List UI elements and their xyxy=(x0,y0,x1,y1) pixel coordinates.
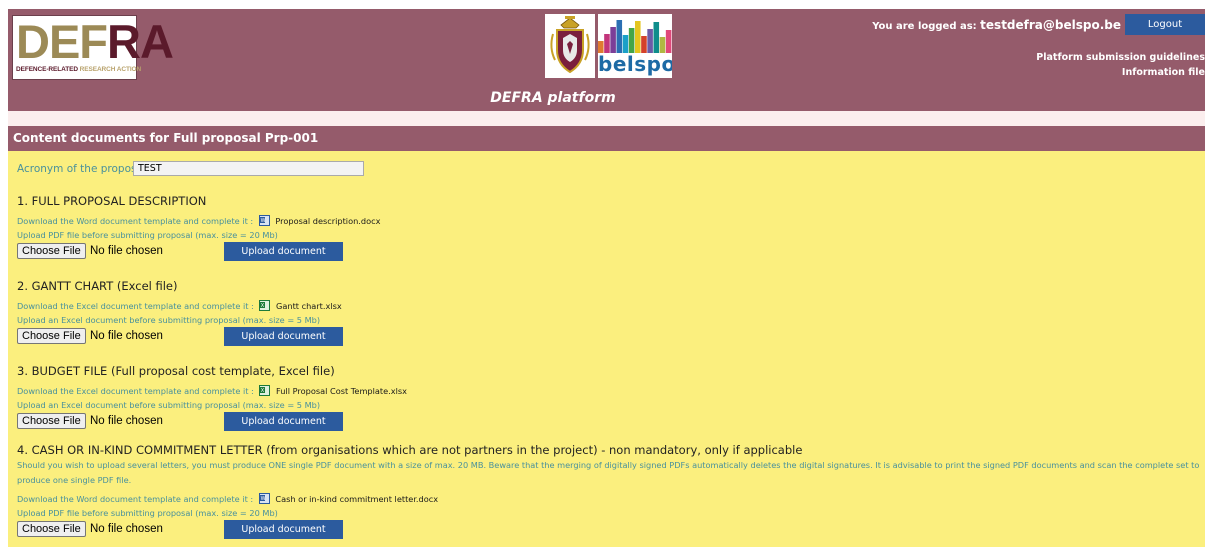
download-template-row: Download the Word document template and … xyxy=(17,493,439,504)
acronym-input[interactable] xyxy=(133,161,364,176)
upload-document-button[interactable]: Upload document xyxy=(224,327,343,346)
template-link-gantt-chart[interactable]: Gantt chart.xlsx xyxy=(276,301,342,311)
platform-title: DEFRA platform xyxy=(490,90,616,106)
no-file-chosen-label: No file chosen xyxy=(90,330,163,342)
belspo-color-bar xyxy=(665,30,672,53)
section-heading-budget-file: 3. BUDGET FILE (Full proposal cost templ… xyxy=(17,364,335,378)
commitment-letter-note: Should you wish to upload several letter… xyxy=(17,460,1200,485)
logged-as-label: You are logged as: xyxy=(872,21,977,32)
belspo-color-bar xyxy=(653,22,660,53)
download-template-row: Download the Word document template and … xyxy=(17,215,381,226)
belspo-color-bar xyxy=(647,29,653,53)
belspo-color-bar xyxy=(628,28,635,53)
belspo-color-bar xyxy=(641,36,647,53)
word-document-icon: W xyxy=(258,215,270,226)
svg-text:W: W xyxy=(260,496,265,502)
download-template-row: Download the Excel document template and… xyxy=(17,300,342,311)
no-file-chosen-label: No file chosen xyxy=(90,245,163,257)
excel-document-icon: X xyxy=(259,385,271,396)
submission-guidelines-link[interactable]: Platform submission guidelines xyxy=(1036,52,1205,63)
belspo-logo: belspo xyxy=(598,14,672,78)
section-heading-gantt-chart: 2. GANTT CHART (Excel file) xyxy=(17,279,178,293)
svg-text:X: X xyxy=(261,388,265,394)
defra-logo-wordmark: DEFRA xyxy=(16,15,174,68)
belspo-color-bar xyxy=(604,34,610,53)
svg-text:W: W xyxy=(260,218,265,224)
choose-file-button[interactable]: Choose File xyxy=(17,328,86,344)
information-file-link[interactable]: Information file xyxy=(1122,67,1205,78)
upload-document-button[interactable]: Upload document xyxy=(224,520,343,539)
belspo-logo-text: belspo xyxy=(598,52,672,76)
belspo-color-bars xyxy=(598,20,672,53)
svg-text:X: X xyxy=(261,303,265,309)
upload-document-button[interactable]: Upload document xyxy=(224,242,343,261)
content-form: Acronym of the proposal : 1. FULL PROPOS… xyxy=(8,151,1205,547)
crest-icon xyxy=(545,14,595,78)
belspo-color-bar xyxy=(659,37,666,53)
section-heading-proposal-description: 1. FULL PROPOSAL DESCRIPTION xyxy=(17,194,207,208)
upload-document-button[interactable]: Upload document xyxy=(224,412,343,431)
logout-button[interactable]: Logout xyxy=(1125,14,1205,35)
upload-instructions: Upload an Excel document before submitti… xyxy=(17,400,321,410)
belspo-color-bar xyxy=(610,27,616,53)
page-header: DEFRA DEFENCE-RELATED RESEARCH ACTION be… xyxy=(8,9,1205,111)
no-file-chosen-label: No file chosen xyxy=(90,523,163,535)
header-divider xyxy=(8,111,1205,126)
login-status: You are logged as: testdefra@belspo.be xyxy=(872,18,1121,32)
defra-logo[interactable]: DEFRA DEFENCE-RELATED RESEARCH ACTION xyxy=(12,15,174,80)
no-file-chosen-label: No file chosen xyxy=(90,415,163,427)
upload-instructions: Upload an Excel document before submitti… xyxy=(17,315,321,325)
word-document-icon: W xyxy=(258,493,270,504)
section-heading-commitment-letter: 4. CASH OR IN-KIND COMMITMENT LETTER (fr… xyxy=(17,443,803,457)
defra-logo-tagline: DEFENCE-RELATED RESEARCH ACTION xyxy=(16,66,142,73)
belspo-color-bar xyxy=(616,20,623,53)
template-link-proposal-description[interactable]: Proposal description.docx xyxy=(275,216,380,226)
template-link-commitment-letter[interactable]: Cash or in-kind commitment letter.docx xyxy=(275,494,438,504)
upload-instructions: Upload PDF file before submitting propos… xyxy=(17,508,278,518)
choose-file-button[interactable]: Choose File xyxy=(17,521,86,537)
excel-document-icon: X xyxy=(259,300,271,311)
belspo-color-bar xyxy=(622,35,629,53)
download-template-row: Download the Excel document template and… xyxy=(17,385,407,396)
template-link-budget-file[interactable]: Full Proposal Cost Template.xlsx xyxy=(276,386,407,396)
belspo-color-bar xyxy=(635,21,641,53)
upload-instructions: Upload PDF file before submitting propos… xyxy=(17,230,278,240)
page-title: Content documents for Full proposal Prp-… xyxy=(8,126,1205,151)
logged-user-email: testdefra@belspo.be xyxy=(980,18,1121,32)
choose-file-button[interactable]: Choose File xyxy=(17,243,86,259)
choose-file-button[interactable]: Choose File xyxy=(17,413,86,429)
